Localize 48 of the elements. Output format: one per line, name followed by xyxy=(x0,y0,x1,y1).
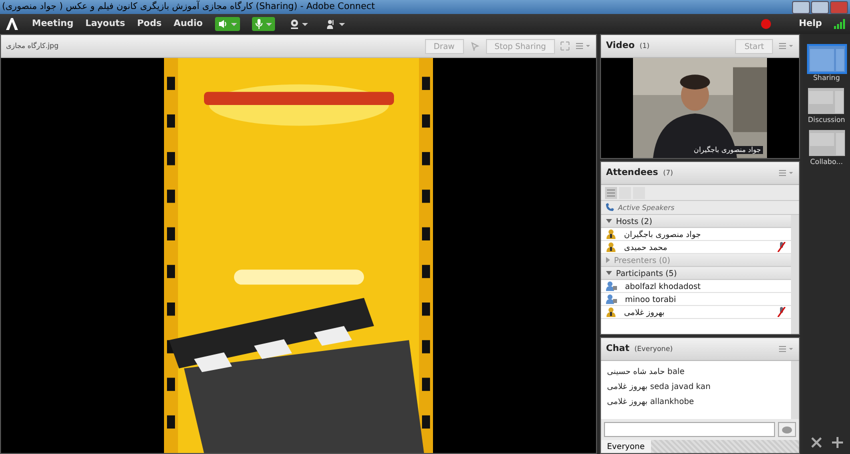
muted-microphone-icon xyxy=(777,242,786,252)
user-icon xyxy=(606,229,616,239)
muted-microphone-icon xyxy=(777,307,786,317)
attendee-row[interactable]: minoo torabi xyxy=(601,293,791,306)
toolbar-button[interactable] xyxy=(252,17,275,31)
minimize-button[interactable] xyxy=(792,0,810,14)
menu-icon[interactable] xyxy=(575,42,591,50)
attendee-row[interactable]: جواد منصوری باجگیران xyxy=(601,228,791,241)
fullscreen-icon[interactable] xyxy=(560,41,570,51)
close-button[interactable] xyxy=(830,0,848,14)
user-icon xyxy=(606,294,617,304)
menu-item[interactable]: Help xyxy=(798,19,822,29)
menu-icon[interactable] xyxy=(778,42,794,50)
menu-item[interactable]: Meeting xyxy=(32,19,74,29)
person-icon xyxy=(326,19,336,29)
pod-title: Attendees xyxy=(606,168,658,178)
pod-title: Video xyxy=(606,41,635,51)
signal-icon xyxy=(834,19,846,29)
add-icon[interactable] xyxy=(832,437,842,448)
user-icon xyxy=(606,242,616,252)
speech-bubble-icon xyxy=(781,426,793,435)
menu-item[interactable]: Pods xyxy=(137,19,162,29)
user-icon xyxy=(606,307,616,317)
logo-icon xyxy=(4,16,20,32)
window-title: (کارگاه مجازی آموزش بازیگری کانون فیلم و عکس ( جواد منصوری (Sharing) - Adobe Connect xyxy=(2,2,375,12)
group-header[interactable]: Hosts (2) xyxy=(601,215,791,228)
send-button[interactable] xyxy=(778,422,796,437)
maximize-button[interactable] xyxy=(811,0,829,14)
chat-tab[interactable]: Everyone xyxy=(601,440,651,453)
menu-item[interactable]: Audio xyxy=(174,19,203,29)
speaker-icon xyxy=(218,19,228,29)
pod-title: Chat xyxy=(606,344,630,354)
group-header[interactable]: Participants (5) xyxy=(601,267,791,280)
toolbar-button[interactable] xyxy=(214,17,240,31)
user-icon xyxy=(606,281,617,291)
attendee-row[interactable]: بهروز غلامی xyxy=(601,306,791,319)
pointer-icon[interactable] xyxy=(468,41,481,51)
menu-icon[interactable] xyxy=(778,345,794,353)
menu-item[interactable]: Layouts xyxy=(85,19,126,29)
menu-icon[interactable] xyxy=(778,169,794,177)
attendee-row[interactable]: abolfazl khodadost xyxy=(601,280,791,293)
recording-indicator[interactable] xyxy=(760,19,771,29)
phone-icon xyxy=(605,203,614,212)
webcam-icon xyxy=(290,19,299,29)
list-view-icon[interactable] xyxy=(605,186,645,198)
microphone-icon xyxy=(254,19,263,29)
chat-input[interactable] xyxy=(604,422,775,437)
close-icon[interactable] xyxy=(810,437,822,448)
